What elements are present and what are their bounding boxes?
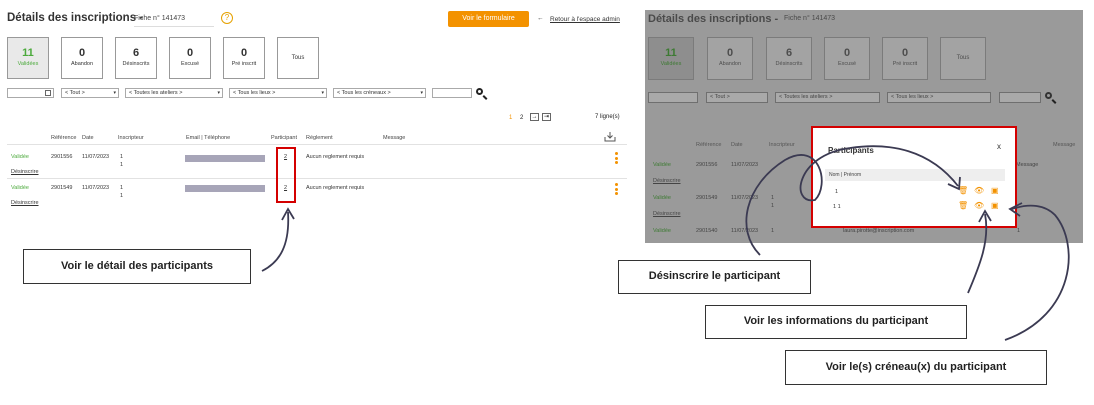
arrow-to-eye <box>967 213 988 294</box>
arrow-to-participant <box>261 211 290 272</box>
arrowhead-calendar <box>1008 202 1023 217</box>
annotation-arrows <box>261 145 1070 341</box>
arrow-to-calendar <box>1004 204 1070 341</box>
arrowhead-trash <box>947 176 961 191</box>
arrow-to-trash <box>745 145 959 256</box>
